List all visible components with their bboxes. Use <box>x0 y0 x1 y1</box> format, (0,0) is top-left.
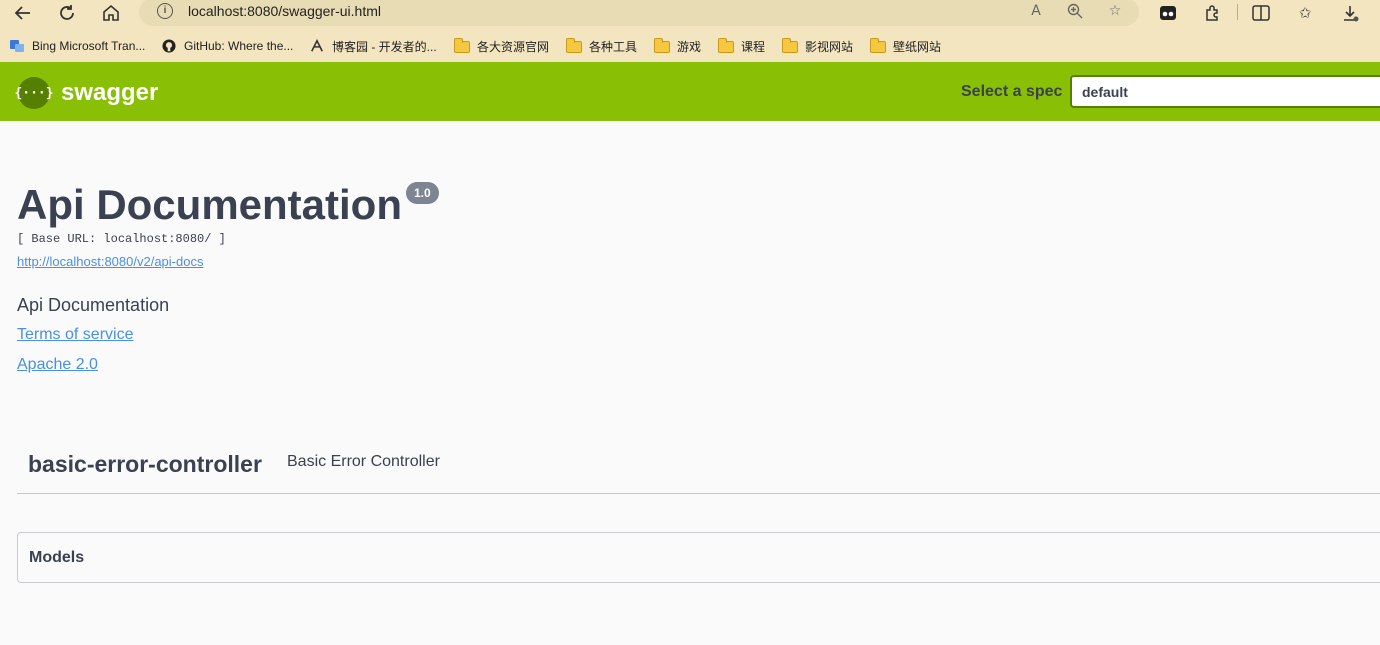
terms-of-service-link[interactable]: Terms of service <box>17 326 133 344</box>
bookmark-label: 壁纸网站 <box>893 39 942 54</box>
folder-icon <box>454 38 470 53</box>
back-arrow-icon <box>14 6 30 20</box>
bookmark-folder-tools[interactable]: 各种工具 <box>566 36 637 56</box>
bookmark-label: 课程 <box>741 39 766 54</box>
controller-name[interactable]: basic-error-controller <box>28 451 262 478</box>
version-badge: 1.0 <box>406 182 439 204</box>
swagger-logo-text[interactable]: swagger <box>61 79 158 107</box>
address-url[interactable]: localhost:8080/swagger-ui.html <box>188 3 381 19</box>
extension-eyes-icon[interactable] <box>1156 2 1180 24</box>
home-icon <box>103 4 119 21</box>
bookmark-label: 游戏 <box>677 39 702 54</box>
browser-toolbar: i localhost:8080/swagger-ui.html A ☆ ✩ <box>0 0 1380 31</box>
bookmark-folder-games[interactable]: 游戏 <box>654 36 701 56</box>
reload-icon <box>60 5 74 20</box>
api-description: Api Documentation <box>17 295 170 315</box>
bookmark-label: 各大资源官网 <box>477 39 550 54</box>
bookmark-folder-courses[interactable]: 课程 <box>718 36 765 56</box>
folder-icon <box>566 38 582 53</box>
api-docs-link[interactable]: http://localhost:8080/v2/api-docs <box>17 254 203 269</box>
bookmark-label: Bing Microsoft Tran... <box>32 39 146 53</box>
bookmark-label: 各种工具 <box>589 39 638 54</box>
address-bar[interactable]: i localhost:8080/swagger-ui.html A ☆ <box>139 0 1139 26</box>
bookmarks-bar: Bing Microsoft Tran... GitHub: Where the… <box>0 31 1380 62</box>
folder-icon <box>654 38 670 53</box>
license-link[interactable]: Apache 2.0 <box>17 356 98 374</box>
select-spec-label: Select a spec <box>961 83 1063 100</box>
folder-icon <box>782 38 798 53</box>
github-icon <box>162 39 176 53</box>
folder-icon <box>870 38 886 53</box>
bookmark-bing-translator[interactable]: Bing Microsoft Tran... <box>9 36 145 56</box>
bing-translator-icon <box>10 40 24 52</box>
downloads-icon[interactable] <box>1338 2 1362 24</box>
models-section[interactable]: Models <box>17 532 1380 583</box>
home-button[interactable] <box>98 2 124 24</box>
back-button[interactable] <box>10 2 36 24</box>
swagger-topbar: {···} swagger Select a spec default <box>0 62 1380 121</box>
bookmark-github[interactable]: GitHub: Where the... <box>161 36 293 56</box>
reload-button[interactable] <box>54 2 80 24</box>
toolbar-separator <box>1237 4 1238 20</box>
cnblogs-icon <box>311 39 323 52</box>
bookmark-label: 博客园 - 开发者的... <box>332 39 437 54</box>
zoom-icon[interactable] <box>1064 1 1086 21</box>
split-screen-icon[interactable] <box>1249 2 1273 24</box>
bookmark-folder-video[interactable]: 影视网站 <box>782 36 853 56</box>
spec-select[interactable]: default <box>1070 75 1380 108</box>
swagger-logo-icon[interactable]: {···} <box>14 77 54 109</box>
bookmark-folder-resources[interactable]: 各大资源官网 <box>454 36 549 56</box>
bookmark-cnblogs[interactable]: 博客园 - 开发者的... <box>309 36 437 56</box>
site-info-icon[interactable]: i <box>157 3 173 19</box>
api-title: Api Documentation <box>17 181 402 228</box>
favorites-list-icon[interactable]: ✩ <box>1293 2 1317 24</box>
bookmark-folder-wallpapers[interactable]: 壁纸网站 <box>870 36 941 56</box>
models-label[interactable]: Models <box>29 549 84 567</box>
read-aloud-icon[interactable]: A <box>1025 1 1047 21</box>
base-url: [ Base URL: localhost:8080/ ] <box>17 232 226 246</box>
controller-section[interactable]: basic-error-controller Basic Error Contr… <box>17 441 1380 494</box>
bookmark-label: 影视网站 <box>805 39 854 54</box>
folder-icon <box>718 38 734 53</box>
extensions-puzzle-icon[interactable] <box>1201 2 1225 24</box>
bookmark-label: GitHub: Where the... <box>184 39 294 53</box>
favorite-star-icon[interactable]: ☆ <box>1104 1 1126 21</box>
controller-description: Basic Error Controller <box>287 453 440 470</box>
